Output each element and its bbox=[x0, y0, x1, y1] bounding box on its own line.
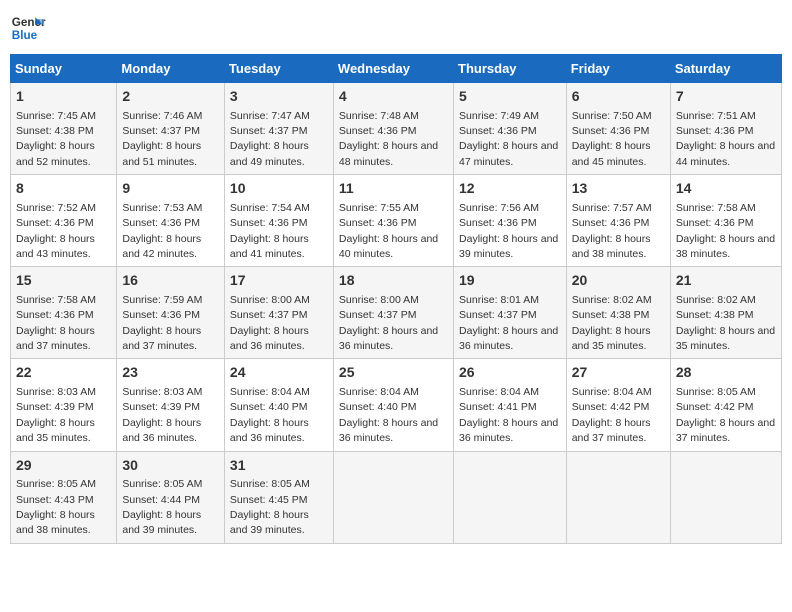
calendar-row: 1Sunrise: 7:45 AMSunset: 4:38 PMDaylight… bbox=[11, 83, 782, 175]
table-cell: 7Sunrise: 7:51 AMSunset: 4:36 PMDaylight… bbox=[670, 83, 781, 175]
table-cell: 17Sunrise: 8:00 AMSunset: 4:37 PMDayligh… bbox=[224, 267, 333, 359]
table-cell: 1Sunrise: 7:45 AMSunset: 4:38 PMDaylight… bbox=[11, 83, 117, 175]
table-cell: 18Sunrise: 8:00 AMSunset: 4:37 PMDayligh… bbox=[333, 267, 453, 359]
calendar-table: Sunday Monday Tuesday Wednesday Thursday… bbox=[10, 54, 782, 544]
table-cell: 31Sunrise: 8:05 AMSunset: 4:45 PMDayligh… bbox=[224, 451, 333, 543]
header-row: Sunday Monday Tuesday Wednesday Thursday… bbox=[11, 55, 782, 83]
logo: General Blue bbox=[10, 10, 46, 46]
table-cell: 8Sunrise: 7:52 AMSunset: 4:36 PMDaylight… bbox=[11, 175, 117, 267]
table-cell: 2Sunrise: 7:46 AMSunset: 4:37 PMDaylight… bbox=[117, 83, 225, 175]
table-cell: 24Sunrise: 8:04 AMSunset: 4:40 PMDayligh… bbox=[224, 359, 333, 451]
logo-icon: General Blue bbox=[10, 10, 46, 46]
table-cell bbox=[333, 451, 453, 543]
table-cell bbox=[566, 451, 670, 543]
table-cell: 4Sunrise: 7:48 AMSunset: 4:36 PMDaylight… bbox=[333, 83, 453, 175]
table-cell: 14Sunrise: 7:58 AMSunset: 4:36 PMDayligh… bbox=[670, 175, 781, 267]
table-cell: 28Sunrise: 8:05 AMSunset: 4:42 PMDayligh… bbox=[670, 359, 781, 451]
table-cell: 12Sunrise: 7:56 AMSunset: 4:36 PMDayligh… bbox=[454, 175, 567, 267]
table-cell: 16Sunrise: 7:59 AMSunset: 4:36 PMDayligh… bbox=[117, 267, 225, 359]
table-cell: 15Sunrise: 7:58 AMSunset: 4:36 PMDayligh… bbox=[11, 267, 117, 359]
table-cell: 25Sunrise: 8:04 AMSunset: 4:40 PMDayligh… bbox=[333, 359, 453, 451]
col-saturday: Saturday bbox=[670, 55, 781, 83]
svg-text:Blue: Blue bbox=[12, 29, 38, 42]
table-cell bbox=[670, 451, 781, 543]
table-cell: 13Sunrise: 7:57 AMSunset: 4:36 PMDayligh… bbox=[566, 175, 670, 267]
col-monday: Monday bbox=[117, 55, 225, 83]
col-thursday: Thursday bbox=[454, 55, 567, 83]
table-cell: 21Sunrise: 8:02 AMSunset: 4:38 PMDayligh… bbox=[670, 267, 781, 359]
calendar-row: 29Sunrise: 8:05 AMSunset: 4:43 PMDayligh… bbox=[11, 451, 782, 543]
table-cell bbox=[454, 451, 567, 543]
table-cell: 29Sunrise: 8:05 AMSunset: 4:43 PMDayligh… bbox=[11, 451, 117, 543]
table-cell: 20Sunrise: 8:02 AMSunset: 4:38 PMDayligh… bbox=[566, 267, 670, 359]
table-cell: 5Sunrise: 7:49 AMSunset: 4:36 PMDaylight… bbox=[454, 83, 567, 175]
col-wednesday: Wednesday bbox=[333, 55, 453, 83]
calendar-row: 15Sunrise: 7:58 AMSunset: 4:36 PMDayligh… bbox=[11, 267, 782, 359]
table-cell: 30Sunrise: 8:05 AMSunset: 4:44 PMDayligh… bbox=[117, 451, 225, 543]
table-cell: 3Sunrise: 7:47 AMSunset: 4:37 PMDaylight… bbox=[224, 83, 333, 175]
col-friday: Friday bbox=[566, 55, 670, 83]
table-cell: 23Sunrise: 8:03 AMSunset: 4:39 PMDayligh… bbox=[117, 359, 225, 451]
calendar-row: 8Sunrise: 7:52 AMSunset: 4:36 PMDaylight… bbox=[11, 175, 782, 267]
col-sunday: Sunday bbox=[11, 55, 117, 83]
table-cell: 27Sunrise: 8:04 AMSunset: 4:42 PMDayligh… bbox=[566, 359, 670, 451]
table-cell: 19Sunrise: 8:01 AMSunset: 4:37 PMDayligh… bbox=[454, 267, 567, 359]
table-cell: 11Sunrise: 7:55 AMSunset: 4:36 PMDayligh… bbox=[333, 175, 453, 267]
table-cell: 26Sunrise: 8:04 AMSunset: 4:41 PMDayligh… bbox=[454, 359, 567, 451]
page-header: General Blue bbox=[10, 10, 782, 46]
table-cell: 6Sunrise: 7:50 AMSunset: 4:36 PMDaylight… bbox=[566, 83, 670, 175]
calendar-row: 22Sunrise: 8:03 AMSunset: 4:39 PMDayligh… bbox=[11, 359, 782, 451]
table-cell: 9Sunrise: 7:53 AMSunset: 4:36 PMDaylight… bbox=[117, 175, 225, 267]
col-tuesday: Tuesday bbox=[224, 55, 333, 83]
table-cell: 22Sunrise: 8:03 AMSunset: 4:39 PMDayligh… bbox=[11, 359, 117, 451]
table-cell: 10Sunrise: 7:54 AMSunset: 4:36 PMDayligh… bbox=[224, 175, 333, 267]
